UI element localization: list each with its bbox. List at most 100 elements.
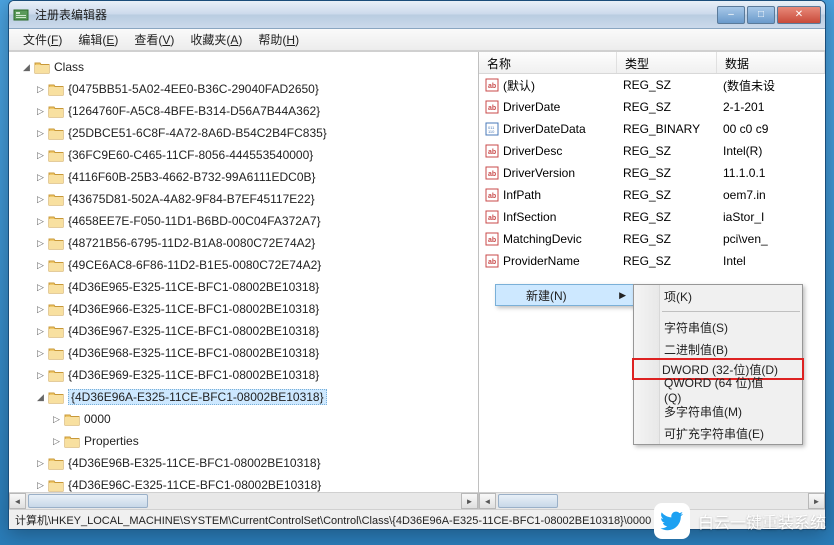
- list-row[interactable]: abDriverDateREG_SZ2-1-201: [479, 96, 825, 118]
- expand-twisty-icon[interactable]: ▷: [35, 370, 46, 381]
- list-row[interactable]: 011110DriverDateDataREG_BINARY00 c0 c9: [479, 118, 825, 140]
- minimize-button[interactable]: –: [717, 6, 745, 24]
- value-type: REG_SZ: [617, 210, 717, 224]
- col-data[interactable]: 数据: [717, 52, 825, 73]
- tree-node[interactable]: ◢ {4D36E96A-E325-11CE-BFC1-08002BE10318}: [9, 386, 478, 408]
- col-type[interactable]: 类型: [617, 52, 717, 73]
- ctx-item-5[interactable]: 多字符串值(M): [634, 400, 802, 422]
- titlebar[interactable]: 注册表编辑器 – □ ✕: [9, 1, 825, 29]
- value-type: REG_SZ: [617, 166, 717, 180]
- expand-twisty-icon[interactable]: ▷: [35, 304, 46, 315]
- tree-node[interactable]: ▷{4D36E967-E325-11CE-BFC1-08002BE10318}: [9, 320, 478, 342]
- expand-twisty-icon[interactable]: ▷: [35, 348, 46, 359]
- expand-twisty-icon[interactable]: ▷: [35, 216, 46, 227]
- list-row[interactable]: abInfSectionREG_SZiaStor_I: [479, 206, 825, 228]
- scroll-left-button[interactable]: ◄: [9, 493, 26, 509]
- tree-node[interactable]: ▷{4D36E96B-E325-11CE-BFC1-08002BE10318}: [9, 452, 478, 474]
- list-row[interactable]: abInfPathREG_SZoem7.in: [479, 184, 825, 206]
- watermark-text: 白云一键重装系统: [698, 509, 826, 533]
- tree-node[interactable]: ▷{1264760F-A5C8-4BFE-B314-D56A7B44A362}: [9, 100, 478, 122]
- close-button[interactable]: ✕: [777, 6, 821, 24]
- expand-twisty-icon[interactable]: ▷: [35, 150, 46, 161]
- expand-twisty-icon[interactable]: ▷: [35, 326, 46, 337]
- list-row[interactable]: ab(默认)REG_SZ(数值未设: [479, 74, 825, 96]
- tree-label: {4D36E966-E325-11CE-BFC1-08002BE10318}: [68, 302, 319, 316]
- list-row[interactable]: abMatchingDevicREG_SZpci\ven_: [479, 228, 825, 250]
- ctx-item-0[interactable]: 项(K): [634, 285, 802, 307]
- tree-node[interactable]: ▷ {4658EE7E-F050-11D1-B6BD-00C04FA372A7}: [9, 210, 478, 232]
- svg-text:ab: ab: [488, 237, 496, 244]
- value-name: DriverDateData: [503, 122, 586, 136]
- value-type: REG_SZ: [617, 254, 717, 268]
- list-row[interactable]: abDriverVersionREG_SZ11.1.0.1: [479, 162, 825, 184]
- tree-label: {4658EE7E-F050-11D1-B6BD-00C04FA372A7}: [68, 214, 321, 228]
- expand-twisty-icon[interactable]: ▷: [35, 172, 46, 183]
- list-row[interactable]: abProviderNameREG_SZIntel: [479, 250, 825, 272]
- col-name[interactable]: 名称: [479, 52, 617, 73]
- scroll-track[interactable]: [26, 493, 461, 509]
- tree-node[interactable]: ▷{43675D81-502A-4A82-9F84-B7EF45117E22}: [9, 188, 478, 210]
- tree-label: {4D36E96A-E325-11CE-BFC1-08002BE10318}: [68, 389, 327, 405]
- expand-twisty-icon[interactable]: ▷: [51, 436, 62, 447]
- tree-node[interactable]: ▷{36FC9E60-C465-11CF-8056-444553540000}: [9, 144, 478, 166]
- expand-twisty-icon[interactable]: ▷: [35, 282, 46, 293]
- tree-node[interactable]: ▷0000: [9, 408, 478, 430]
- expand-twisty-icon[interactable]: ▷: [51, 414, 62, 425]
- tree-node[interactable]: ▷ {4D36E965-E325-11CE-BFC1-08002BE10318}: [9, 276, 478, 298]
- tree-node[interactable]: ▷ {4D36E966-E325-11CE-BFC1-08002BE10318}: [9, 298, 478, 320]
- expand-twisty-icon[interactable]: ▷: [35, 260, 46, 271]
- menu-e[interactable]: 编辑(E): [70, 29, 126, 50]
- list-row[interactable]: abDriverDescREG_SZIntel(R): [479, 140, 825, 162]
- tree-label: {4D36E965-E325-11CE-BFC1-08002BE10318}: [68, 280, 319, 294]
- tree-label: Class: [54, 60, 84, 74]
- expand-twisty-icon[interactable]: ▷: [35, 458, 46, 469]
- tree-node[interactable]: ▷ {0475BB51-5A02-4EE0-B36C-29040FAD2650}: [9, 78, 478, 100]
- scroll-thumb[interactable]: [498, 494, 558, 508]
- window-controls: – □ ✕: [717, 6, 821, 24]
- context-submenu-new[interactable]: 项(K)字符串值(S)二进制值(B)DWORD (32-位)值(D)QWORD …: [633, 284, 803, 445]
- expand-twisty-icon[interactable]: ▷: [35, 106, 46, 117]
- collapse-twisty-icon[interactable]: ◢: [21, 62, 32, 73]
- value-type: REG_SZ: [617, 78, 717, 92]
- tree-label: {49CE6AC8-6F86-11D2-B1E5-0080C72E74A2}: [68, 258, 321, 272]
- tree-node[interactable]: ▷ {49CE6AC8-6F86-11D2-B1E5-0080C72E74A2}: [9, 254, 478, 276]
- expand-twisty-icon[interactable]: ▷: [35, 238, 46, 249]
- tree-node[interactable]: ▷Properties: [9, 430, 478, 452]
- value-data: Intel(R): [717, 144, 825, 158]
- app-icon: [13, 7, 29, 23]
- value-data: Intel: [717, 254, 825, 268]
- menu-v[interactable]: 查看(V): [126, 29, 182, 50]
- ctx-item-1[interactable]: 字符串值(S): [634, 316, 802, 338]
- value-data: pci\ven_: [717, 232, 825, 246]
- tree-node[interactable]: ▷{4D36E968-E325-11CE-BFC1-08002BE10318}: [9, 342, 478, 364]
- tree-label: {4D36E96C-E325-11CE-BFC1-08002BE10318}: [68, 478, 321, 492]
- tree-node[interactable]: ▷{4116F60B-25B3-4662-B732-99A6111EDC0B}: [9, 166, 478, 188]
- value-name: InfSection: [503, 210, 556, 224]
- expand-twisty-icon[interactable]: ▷: [35, 84, 46, 95]
- menu-separator: [662, 311, 800, 312]
- tree-label: {0475BB51-5A02-4EE0-B36C-29040FAD2650}: [68, 82, 319, 96]
- context-menu-new[interactable]: 新建(N) ▶: [495, 284, 635, 306]
- expand-twisty-icon[interactable]: ▷: [35, 480, 46, 491]
- scroll-right-button[interactable]: ►: [461, 493, 478, 509]
- expand-twisty-icon[interactable]: ▷: [35, 128, 46, 139]
- ctx-item-4[interactable]: QWORD (64 位)值(Q): [634, 378, 802, 400]
- menu-h[interactable]: 帮助(H): [250, 29, 307, 50]
- scroll-thumb[interactable]: [28, 494, 148, 508]
- svg-text:ab: ab: [488, 105, 496, 112]
- expand-twisty-icon[interactable]: ▷: [35, 194, 46, 205]
- ctx-item-2[interactable]: 二进制值(B): [634, 338, 802, 360]
- tree-node[interactable]: ▷{48721B56-6795-11D2-B1A8-0080C72E74A2}: [9, 232, 478, 254]
- tree-node[interactable]: ▷{25DBCE51-6C8F-4A72-8A6D-B54C2B4FC835}: [9, 122, 478, 144]
- menubar: 文件(F)编辑(E)查看(V)收藏夹(A)帮助(H): [9, 29, 825, 51]
- menu-f[interactable]: 文件(F): [15, 29, 70, 50]
- collapse-twisty-icon[interactable]: ◢: [35, 392, 46, 403]
- tree-h-scrollbar[interactable]: ◄ ►: [9, 492, 478, 509]
- scroll-left-button[interactable]: ◄: [479, 493, 496, 509]
- tree-node[interactable]: ◢ Class: [9, 56, 478, 78]
- ctx-item-6[interactable]: 可扩充字符串值(E): [634, 422, 802, 444]
- maximize-button[interactable]: □: [747, 6, 775, 24]
- ctx-new[interactable]: 新建(N) ▶: [495, 284, 635, 306]
- tree-node[interactable]: ▷{4D36E969-E325-11CE-BFC1-08002BE10318}: [9, 364, 478, 386]
- menu-a[interactable]: 收藏夹(A): [182, 29, 250, 50]
